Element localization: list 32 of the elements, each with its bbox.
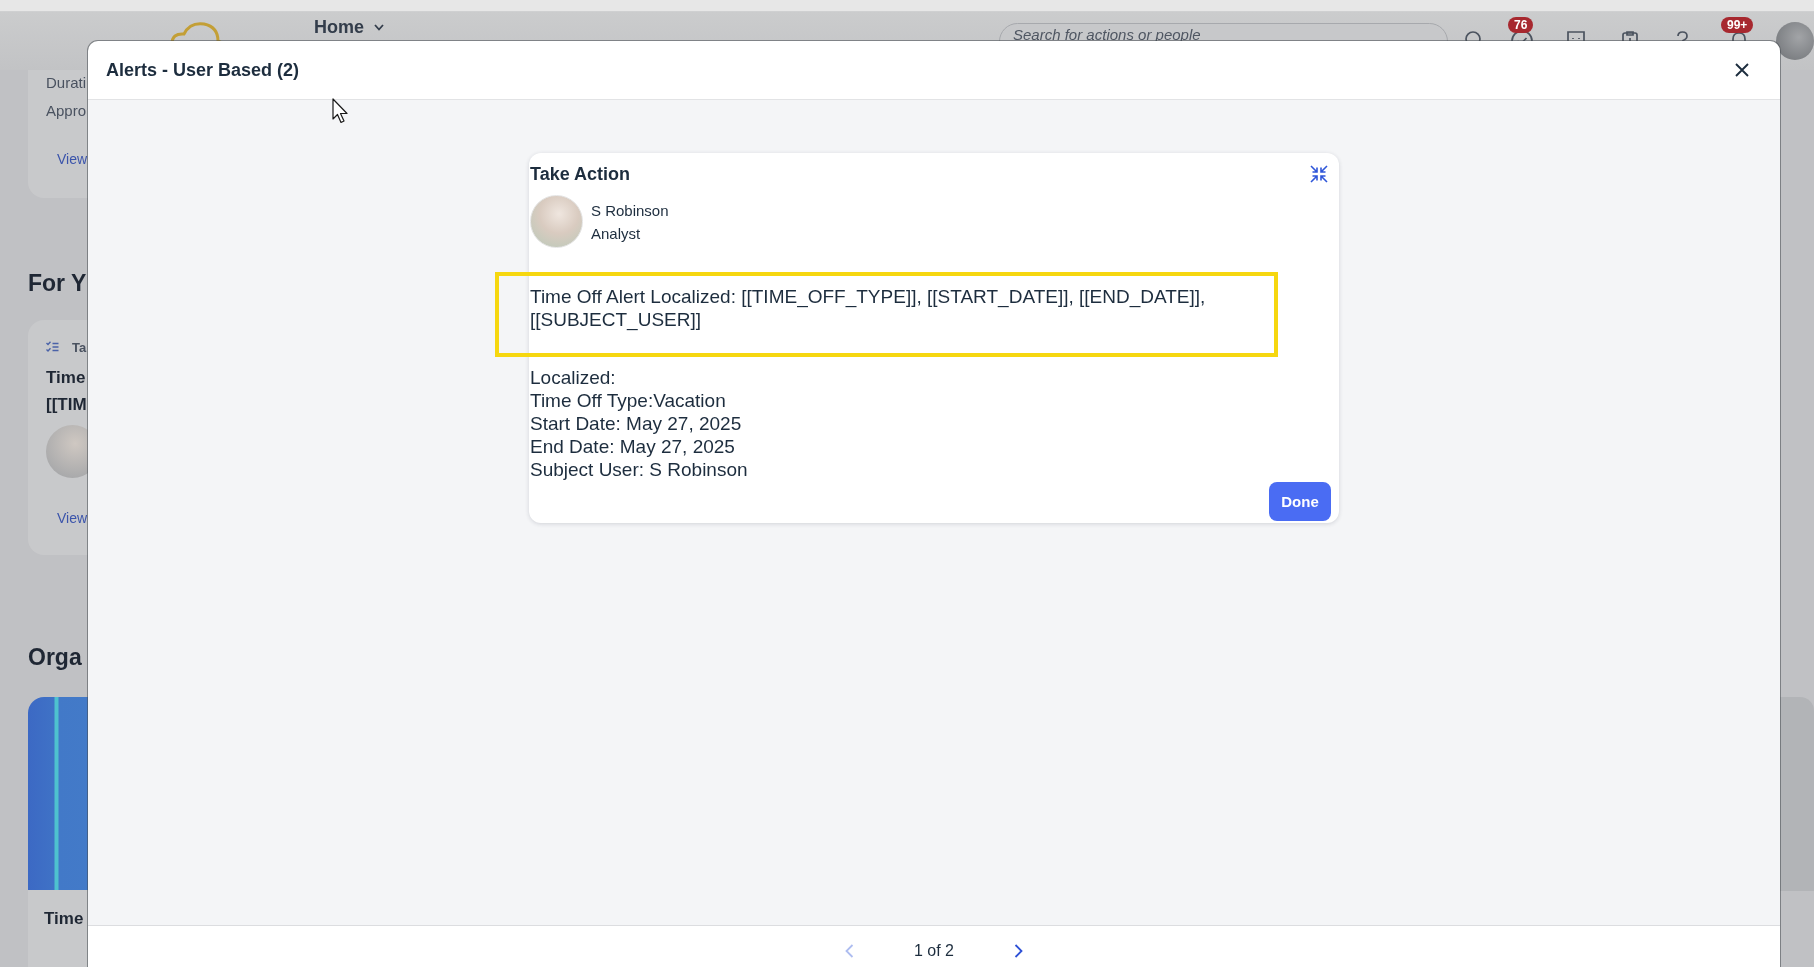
detail-line: Localized: <box>530 366 616 389</box>
done-button[interactable]: Done <box>1269 482 1331 521</box>
person-role: Analyst <box>591 224 641 244</box>
chevron-right-icon[interactable] <box>1014 944 1023 958</box>
count-badge: 99+ <box>1721 17 1754 33</box>
alert-message: Time Off Alert Localized: [[TIME_OFF_TYPE]], [[START_DATE]], [[END_DATE]], [[SUBJECT_USER]] <box>530 285 1207 331</box>
section-heading: Orga <box>28 643 82 671</box>
card-title: [[TIM <box>46 393 87 416</box>
page-indicator: 1 of 2 <box>914 941 954 961</box>
dialog-title: Alerts - User Based (2) <box>106 59 300 81</box>
card-title: Time <box>46 366 86 389</box>
chevron-down-icon <box>374 23 384 31</box>
view-link[interactable]: View <box>57 507 88 528</box>
count-badge: 76 <box>1508 17 1534 33</box>
detail-line: End Date: May 27, 2025 <box>530 435 735 458</box>
detail-line: Subject User: S Robinson <box>530 458 748 481</box>
avatar-photo-placeholder <box>530 195 583 248</box>
detail-line: Start Date: May 27, 2025 <box>530 412 742 435</box>
home-menu[interactable]: Home <box>314 16 384 38</box>
person-name: S Robinson <box>591 201 669 221</box>
user-avatar-placeholder[interactable] <box>1776 22 1814 60</box>
card-text: Appro <box>46 101 87 121</box>
card-text: Durati <box>46 73 86 93</box>
card-title: Time <box>44 908 84 930</box>
close-icon[interactable] <box>1735 63 1749 77</box>
card-tag: Ta <box>72 339 87 355</box>
checklist-icon <box>46 341 59 353</box>
collapse-icon[interactable] <box>1310 165 1328 183</box>
section-heading: For Y <box>28 269 87 297</box>
card-title: Take Action <box>530 163 631 185</box>
detail-line: Time Off Type:Vacation <box>530 389 726 412</box>
view-link[interactable]: View <box>57 149 88 169</box>
